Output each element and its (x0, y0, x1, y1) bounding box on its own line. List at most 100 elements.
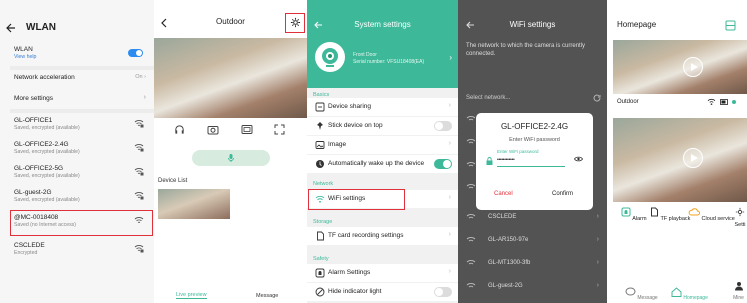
chevron-right-icon: › (596, 259, 599, 266)
share-icon (315, 102, 325, 112)
device-thumbnail[interactable] (158, 189, 230, 219)
select-network-label: Select network... (466, 95, 511, 101)
headphones-icon[interactable] (174, 124, 185, 135)
stick-on-top-label: Stick device on top (328, 122, 383, 129)
network-name: GL-guest-2G (488, 283, 523, 289)
network-item[interactable]: GL-AR150-97e › (458, 231, 607, 251)
cancel-button[interactable]: Cancel (494, 191, 513, 197)
page-title: System settings (354, 20, 411, 29)
play-icon[interactable] (682, 57, 703, 77)
wake-icon (315, 159, 325, 169)
nav-mine[interactable]: Mine (730, 281, 747, 301)
network-item[interactable]: GL-guest-2G › (458, 277, 607, 297)
battery-icon (720, 99, 729, 105)
device-sharing-item[interactable]: Device sharing › (307, 98, 458, 116)
camera-icon (322, 48, 338, 67)
camera-preview[interactable] (613, 40, 747, 94)
record-icon[interactable] (241, 124, 253, 135)
wlan-toggle-row[interactable]: WLAN View help (14, 45, 148, 61)
message-icon (625, 287, 636, 296)
tab-live-preview[interactable]: Live preview (176, 292, 207, 299)
camera-name: Outdoor (617, 99, 639, 105)
hide-indicator-toggle[interactable] (434, 287, 452, 297)
settings-label: Setti (734, 222, 746, 228)
camera-preview-large[interactable] (613, 118, 747, 202)
stick-on-top-toggle[interactable] (434, 121, 452, 131)
network-name: GL-AR150-97e (488, 237, 529, 243)
network-name: GL-MT1300-3fb (488, 260, 531, 266)
talk-button[interactable] (192, 150, 270, 166)
alarm-settings-item[interactable]: Alarm Settings › (307, 264, 458, 282)
tf-playback-shortcut[interactable]: TF playback (649, 207, 690, 222)
confirm-button[interactable]: Confirm (552, 191, 573, 197)
tf-card-item[interactable]: TF card recording settings › (307, 227, 458, 245)
network-status: Saved, encrypted (available) (14, 173, 80, 179)
nav-homepage[interactable]: Homepage (671, 287, 708, 301)
network-name: CSCLEDE (14, 242, 45, 249)
chevron-right-icon: › (448, 231, 451, 238)
tab-message[interactable]: Message (256, 293, 278, 299)
highlight-box (308, 189, 405, 210)
nav-mine-label: Mine (733, 295, 744, 301)
divider (10, 66, 154, 70)
section-network: Network (313, 181, 334, 187)
network-item[interactable]: GL-OFFICE1 Saved, encrypted (available) (14, 116, 148, 132)
network-item[interactable]: CSCLEDE Encrypted (14, 241, 148, 257)
alarm-shortcut[interactable]: Alarm (621, 207, 647, 222)
wifi-icon (466, 138, 476, 148)
network-item[interactable]: GL-guest-2G Saved, encrypted (available) (14, 188, 148, 204)
network-acceleration-row[interactable]: Network acceleration On › (14, 73, 148, 82)
nav-message[interactable]: Message (625, 287, 658, 301)
cloud-icon (688, 208, 700, 216)
network-item[interactable]: GL-MT1300-3fb › (458, 254, 607, 274)
more-settings-row[interactable]: More settings › (14, 94, 148, 103)
chevron-right-icon: › (596, 236, 599, 243)
auto-wake-toggle[interactable] (434, 159, 452, 169)
wlan-panel: WLAN WLAN View help Network acceleration… (0, 0, 154, 303)
eye-icon[interactable] (574, 156, 583, 162)
play-icon[interactable] (682, 148, 703, 168)
chevron-right-icon: › (448, 194, 451, 201)
wifi-icon (466, 183, 476, 193)
image-item[interactable]: Image › (307, 136, 458, 154)
online-status-dot (732, 100, 736, 104)
wifi-icon (466, 282, 476, 292)
field-underline (497, 166, 565, 167)
device-name: Front Door (353, 52, 377, 58)
chevron-right-icon[interactable]: › (449, 53, 452, 62)
wifi-status-icon (707, 98, 716, 105)
camera-snapshot-icon[interactable] (207, 124, 219, 135)
serial-number: Serial number: VFSU18408(EA) (353, 59, 425, 65)
password-dialog: GL-OFFICE2-2.4G Enter WiFi password Ente… (476, 113, 593, 210)
cloud-service-shortcut[interactable]: Cloud service (688, 207, 735, 222)
page-title: WiFi settings (509, 20, 556, 29)
back-arrow-icon[interactable] (6, 23, 16, 33)
tf-playback-label: TF playback (660, 216, 691, 222)
tf-card-icon (651, 207, 658, 217)
chevron-right-icon: › (448, 102, 451, 109)
stick-on-top-item: Stick device on top (307, 117, 458, 135)
page-title: WLAN (26, 22, 56, 33)
wlan-toggle[interactable] (128, 49, 143, 57)
wifi-lock-icon (134, 119, 144, 128)
highlight-box (10, 210, 153, 236)
password-field[interactable]: Enter WiFi password •••••••••••• (486, 149, 583, 173)
refresh-icon[interactable] (593, 94, 601, 102)
tf-card-label: TF card recording settings (328, 232, 404, 239)
more-settings-label: More settings (14, 95, 54, 102)
control-bar (154, 124, 307, 136)
fullscreen-icon[interactable] (274, 124, 285, 135)
network-item[interactable]: GL-OFFICE2-5G Saved, encrypted (availabl… (14, 164, 148, 180)
network-item[interactable]: GL-OFFICE2-2.4G Saved, encrypted (availa… (14, 140, 148, 156)
device-sharing-label: Device sharing (328, 103, 371, 110)
layout-grid-icon[interactable] (725, 20, 736, 31)
chevron-right-icon: › (448, 268, 451, 275)
wifi-lock-icon (134, 167, 144, 176)
chevron-right-icon: › (143, 94, 146, 101)
nav-message-label: Message (637, 295, 658, 301)
settings-shortcut[interactable]: Setti (733, 207, 747, 228)
network-name: GL-OFFICE1 (14, 117, 53, 124)
network-status: Saved, encrypted (available) (14, 125, 80, 131)
camera-live-view[interactable] (154, 38, 307, 118)
network-item[interactable]: CSCLEDE › (458, 208, 607, 228)
